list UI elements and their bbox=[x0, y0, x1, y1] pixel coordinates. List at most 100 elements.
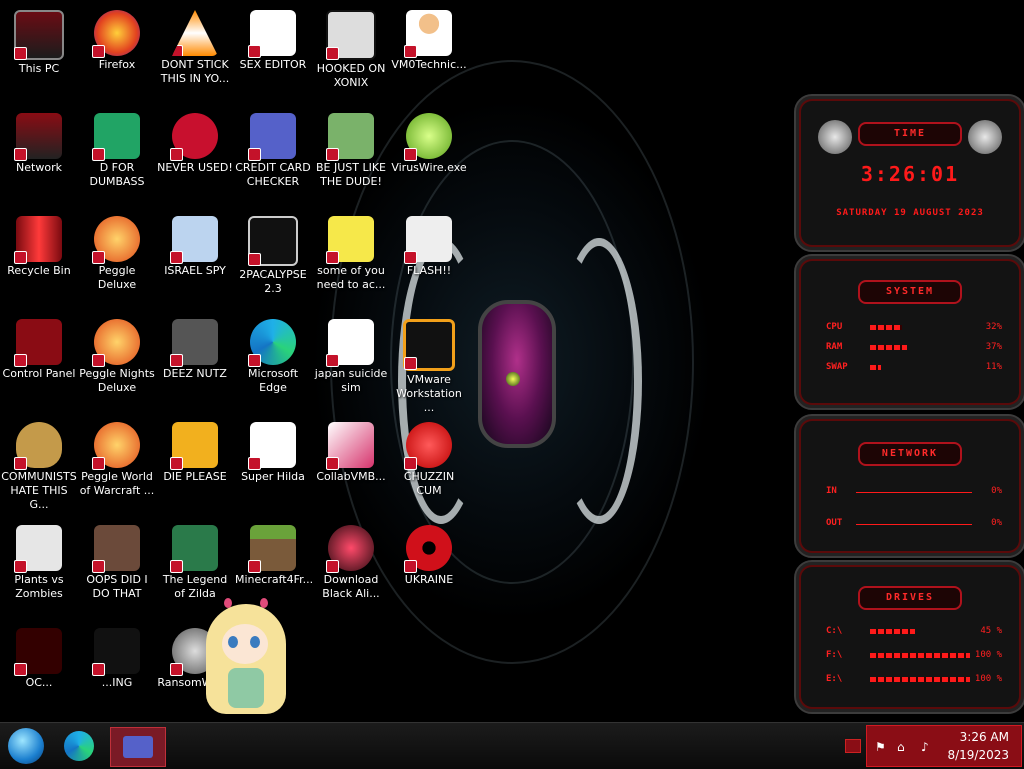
monitor-icon bbox=[14, 10, 64, 60]
desktop-icon[interactable]: japan suicide sim bbox=[312, 313, 390, 413]
desktop-icon[interactable]: FLASH!! bbox=[390, 210, 468, 310]
start-button[interactable] bbox=[3, 727, 49, 765]
desktop-icon[interactable]: Peggle Nights Deluxe bbox=[78, 313, 156, 413]
tray-clock-time[interactable]: 3:26 AM bbox=[960, 730, 1009, 744]
desktop-icon-label: CHUZZIN CUM bbox=[403, 470, 455, 497]
alien-icon bbox=[326, 525, 374, 573]
start-orb-icon bbox=[8, 728, 44, 764]
desktop-icon[interactable]: Plants vs Zombies bbox=[0, 519, 78, 619]
desktop-icon[interactable]: CHUZZIN CUM bbox=[390, 416, 468, 516]
system-widget: SYSTEM CPU 32% RAM 37% SWAP 11% bbox=[794, 254, 1024, 410]
desktop-icon[interactable]: SEX EDITOR bbox=[234, 4, 312, 104]
drive-row-label: F:\ bbox=[826, 650, 843, 660]
system-widget-title: SYSTEM bbox=[858, 280, 962, 304]
portrait-icon bbox=[92, 525, 140, 573]
desktop-icon[interactable]: DONT STICK THIS IN YO... bbox=[156, 4, 234, 104]
shortcut-arrow-icon bbox=[248, 560, 261, 573]
desktop-icon[interactable]: ISRAEL SPY bbox=[156, 210, 234, 310]
system-row-value: 32% bbox=[985, 322, 1002, 332]
system-row-value: 11% bbox=[985, 362, 1002, 372]
widget-date: SATURDAY 19 AUGUST 2023 bbox=[836, 208, 984, 218]
desktop-icon[interactable]: CREDIT CARD CHECKER bbox=[234, 107, 312, 207]
desktop-icon[interactable]: Super Hilda bbox=[234, 416, 312, 516]
network-widget: NETWORK IN 0% OUT 0% bbox=[794, 414, 1024, 558]
shortcut-arrow-icon bbox=[404, 148, 417, 161]
system-row-label: RAM bbox=[826, 342, 843, 352]
desktop-icon-label: BE JUST LIKE THE DUDE! bbox=[315, 161, 387, 188]
taskbar-credit-card-button[interactable] bbox=[110, 727, 166, 767]
hilda-icon bbox=[248, 422, 296, 470]
sheets-icon bbox=[92, 113, 140, 161]
system-row-value: 37% bbox=[985, 342, 1002, 352]
desktop-icon[interactable]: Control Panel bbox=[0, 313, 78, 413]
shortcut-arrow-icon bbox=[170, 251, 183, 264]
firefox-icon bbox=[92, 10, 140, 58]
network-widget-title: NETWORK bbox=[858, 442, 962, 466]
shortcut-arrow-icon bbox=[404, 560, 417, 573]
xonix-icon bbox=[326, 10, 376, 60]
elf-icon bbox=[326, 113, 374, 161]
flag-icon[interactable]: ⚑ bbox=[875, 740, 886, 754]
zelda-icon bbox=[170, 525, 218, 573]
pvz-icon bbox=[14, 525, 62, 573]
desktop-icon-label: OOPS DID I DO THAT bbox=[86, 573, 148, 600]
shortcut-arrow-icon bbox=[92, 354, 105, 367]
desktop-icon[interactable]: Peggle World of Warcraft ... bbox=[78, 416, 156, 516]
shortcut-arrow-icon bbox=[326, 560, 339, 573]
desktop-icon[interactable]: HOOKED ON XONIX bbox=[312, 4, 390, 104]
desktop-icon[interactable]: OC... bbox=[0, 622, 78, 722]
desktop-icon[interactable]: VM0Technic... bbox=[390, 4, 468, 104]
network-tray-icon[interactable]: ⌂ bbox=[897, 740, 905, 754]
desktop-icon[interactable]: VirusWire.exe bbox=[390, 107, 468, 207]
drive-row-value: 100 % bbox=[974, 674, 1002, 684]
volume-icon[interactable]: ♪ bbox=[921, 740, 929, 754]
desktop-icon-label: Peggle Deluxe bbox=[97, 264, 137, 291]
wallpaper-right-arc bbox=[556, 238, 642, 524]
shortcut-arrow-icon bbox=[170, 560, 183, 573]
desktop-icon[interactable]: BE JUST LIKE THE DUDE! bbox=[312, 107, 390, 207]
desktop-icon[interactable]: DIE PLEASE bbox=[156, 416, 234, 516]
desktop-icon[interactable]: Firefox bbox=[78, 4, 156, 104]
desktop-icon[interactable]: VMware Workstation ... bbox=[390, 313, 468, 414]
taskbar-edge-button[interactable] bbox=[56, 727, 102, 765]
desktop-icon-label: VMware Workstation ... bbox=[396, 373, 462, 414]
desktop-icon[interactable]: DEEZ NUTZ bbox=[156, 313, 234, 413]
desktop-icon[interactable]: Microsoft Edge bbox=[234, 313, 312, 413]
desktop-icon[interactable]: This PC bbox=[0, 4, 78, 104]
desktop-icon[interactable]: COMMUNISTS HATE THIS G... bbox=[0, 416, 78, 516]
system-row-label: CPU bbox=[826, 322, 843, 332]
desktop-icon[interactable]: 2PACALYPSE 2.3 bbox=[234, 210, 312, 310]
desktop-icon-label: DIE PLEASE bbox=[163, 470, 227, 483]
desktop-icon[interactable]: Recycle Bin bbox=[0, 210, 78, 310]
desktop-icon[interactable]: Peggle Deluxe bbox=[78, 210, 156, 310]
network-in-value: 0% bbox=[991, 486, 1002, 496]
show-hidden-icons-button[interactable] bbox=[845, 739, 861, 753]
desktop-icon-label: HOOKED ON XONIX bbox=[316, 62, 386, 89]
desktop-icon[interactable]: Network bbox=[0, 107, 78, 207]
shortcut-arrow-icon bbox=[326, 457, 339, 470]
money-icon bbox=[14, 422, 62, 470]
bin-icon bbox=[14, 216, 62, 264]
shortcut-arrow-icon bbox=[326, 354, 339, 367]
shortcut-arrow-icon bbox=[14, 457, 27, 470]
desktop-icon[interactable]: some of you need to ac... bbox=[312, 210, 390, 310]
shortcut-arrow-icon bbox=[92, 457, 105, 470]
lime-icon bbox=[404, 113, 452, 161]
desktop-icon[interactable]: NEVER USED! bbox=[156, 107, 234, 207]
shortcut-arrow-icon bbox=[172, 45, 183, 56]
desktop-icon-label: Control Panel bbox=[2, 367, 76, 380]
desktop-icon[interactable]: ...ING bbox=[78, 622, 156, 722]
desktop-icon[interactable]: OOPS DID I DO THAT bbox=[78, 519, 156, 619]
desktop-icon-label: This PC bbox=[18, 62, 60, 75]
desktop-icon[interactable]: CollabVMB... bbox=[312, 416, 390, 516]
desktop-icon[interactable]: D FOR DUMBASS bbox=[78, 107, 156, 207]
desktop-icon[interactable]: UKRAINE bbox=[390, 519, 468, 619]
desktop-icon-label: 2PACALYPSE 2.3 bbox=[239, 268, 307, 295]
shortcut-arrow-icon bbox=[404, 251, 417, 264]
widget-clock: 3:26:01 bbox=[860, 162, 960, 186]
desktop-icon[interactable]: Download Black Ali... bbox=[312, 519, 390, 619]
desktop-icon-label: Peggle Nights Deluxe bbox=[79, 367, 155, 394]
shortcut-arrow-icon bbox=[170, 457, 183, 470]
tray-clock-date[interactable]: 8/19/2023 bbox=[947, 748, 1009, 762]
shortcut-arrow-icon bbox=[404, 357, 417, 370]
